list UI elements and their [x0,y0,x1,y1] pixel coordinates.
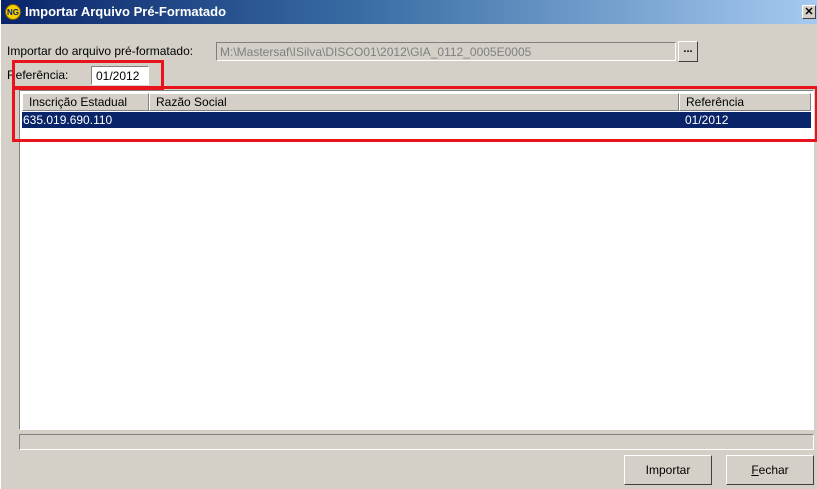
title-bar[interactable]: NG Importar Arquivo Pré-Formatado ✕ [1,0,817,24]
close-window-button[interactable]: ✕ [802,5,816,19]
column-header-razao-social[interactable]: Razão Social [149,93,679,111]
cell-referencia: 01/2012 [685,113,729,127]
window-title: Importar Arquivo Pré-Formatado [25,4,227,19]
browse-button[interactable]: ... [678,41,698,62]
reference-field[interactable]: 01/2012 [91,66,149,85]
import-button[interactable]: Importar [624,455,712,485]
app-logo-icon: NG [5,4,21,20]
file-label: Importar do arquivo pré-formatado: [7,44,194,58]
status-bar [19,434,814,450]
import-grid[interactable]: Inscrição Estadual Razão Social Referênc… [19,90,814,430]
column-header-inscricao[interactable]: Inscrição Estadual [22,93,149,111]
import-dialog: NG Importar Arquivo Pré-Formatado ✕ Impo… [0,0,817,489]
column-header-referencia[interactable]: Referência [679,93,811,111]
close-button-mnemonic: F [751,463,759,477]
close-button[interactable]: Fechar [726,455,814,485]
reference-label: Referência: [7,68,69,82]
close-button-rest: echar [758,463,789,477]
table-row[interactable]: 635.019.690.110 01/2012 [22,112,811,128]
cell-inscricao: 635.019.690.110 [23,113,113,127]
file-path-field[interactable]: M:\Mastersaf\ISilva\DISCO01\2012\GIA_011… [216,42,676,61]
